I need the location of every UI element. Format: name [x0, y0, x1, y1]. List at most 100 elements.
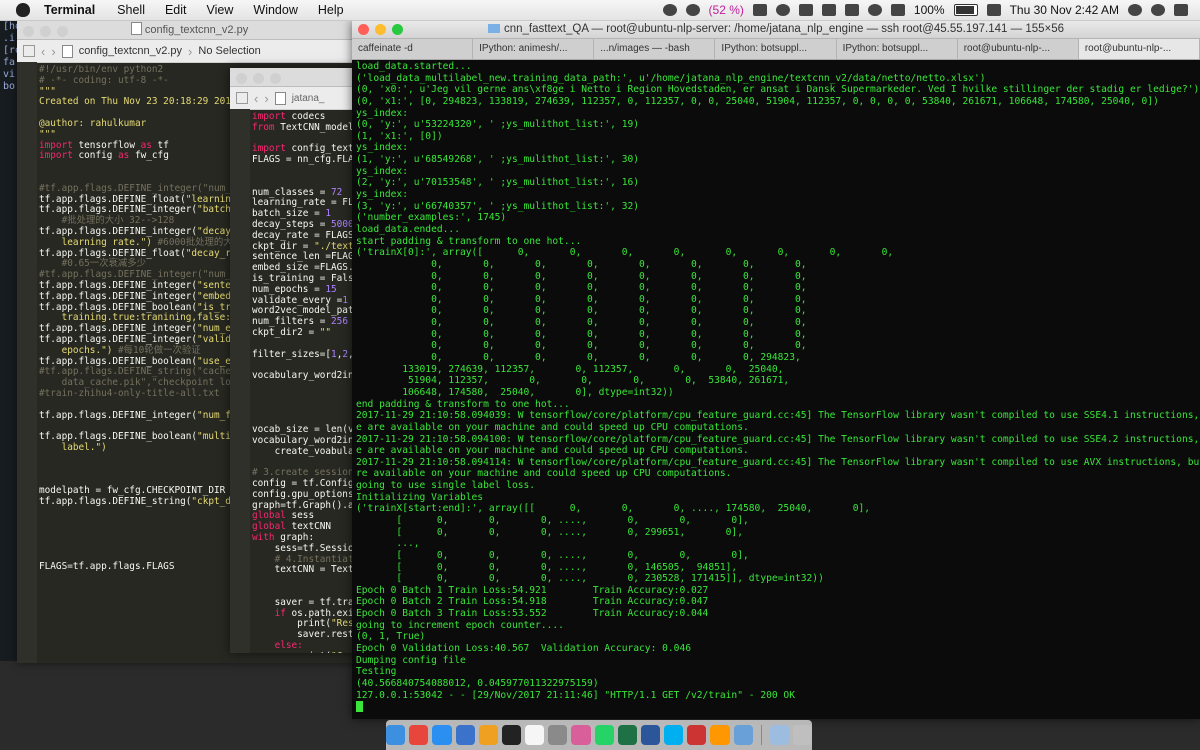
zoom-button[interactable]: [270, 73, 281, 84]
code-line: filter_sizes=[1,2,: [252, 349, 360, 361]
airplay-icon[interactable]: [821, 4, 836, 16]
headphones-icon[interactable]: [685, 4, 700, 16]
wifi-icon[interactable]: [867, 4, 882, 16]
terminal-line: [ 0, 0, 0, ...., 0, 0, 0],: [356, 514, 749, 526]
whatsapp-icon[interactable]: [594, 725, 614, 745]
terminal-line: 51904, 112357, 0, 0, 0, 0, 53840, 261671…: [356, 375, 790, 387]
terminal-tab[interactable]: IPython: botsuppl...: [715, 39, 837, 59]
terminal-line: ('number_examples:', 1745): [356, 212, 507, 224]
code-token: modelpath = fw_cfg.CHECKPOINT_DIR: [39, 485, 226, 497]
editor-window-main[interactable]: ‹ › jatana_ import codecs from TextCNN_mo…: [230, 68, 360, 653]
clock-icon[interactable]: [775, 4, 790, 16]
status-icon[interactable]: [662, 4, 677, 16]
close-button[interactable]: [23, 26, 34, 37]
document-icon: [130, 22, 142, 35]
jumpbar-file[interactable]: jatana_: [292, 93, 325, 104]
pages-icon[interactable]: [478, 725, 498, 745]
minimize-button[interactable]: [375, 24, 386, 35]
safari-icon[interactable]: [432, 725, 452, 745]
siri-icon[interactable]: [1151, 4, 1165, 16]
sublime-text-icon[interactable]: [710, 725, 730, 745]
zoom-button[interactable]: [392, 24, 403, 35]
system-preferences-icon[interactable]: [548, 725, 568, 745]
editor-titlebar[interactable]: config_textcnn_v2.py: [17, 21, 362, 40]
code-token: tensorflow: [78, 139, 141, 151]
volume-icon[interactable]: [890, 4, 905, 16]
code-editor[interactable]: import codecs from TextCNN_model import c…: [252, 112, 360, 653]
code-token: vocabulary_word2in: [252, 370, 354, 382]
code-token: batch_size =: [252, 208, 326, 220]
terminal-line: Initializing Variables: [356, 491, 484, 503]
chrome-icon[interactable]: [409, 725, 429, 745]
battery-icon[interactable]: [953, 4, 978, 16]
terminal-output[interactable]: load_data.started... ('load_data_multilab…: [356, 61, 1200, 719]
spotlight-icon[interactable]: [1128, 4, 1142, 16]
terminal-tab[interactable]: caffeinate -d: [352, 39, 474, 59]
cloud-icon[interactable]: [798, 4, 813, 16]
terminal-line: Dumping config file: [356, 654, 466, 666]
code-line: FLAGS = nn_cfg.FLA: [252, 154, 360, 166]
app-icon[interactable]: [687, 725, 707, 745]
back-icon[interactable]: ‹: [41, 44, 45, 59]
word-icon[interactable]: [640, 725, 661, 745]
menu-view[interactable]: View: [207, 3, 234, 17]
trash-icon[interactable]: [792, 725, 813, 745]
terminal-titlebar[interactable]: cnn_fasttext_QA — root@ubuntu-nlp-server…: [352, 21, 1200, 39]
photos-icon[interactable]: [571, 725, 591, 745]
code-token: "learnin: [185, 193, 231, 205]
minimize-button[interactable]: [253, 73, 264, 84]
bluetooth-icon[interactable]: [844, 4, 859, 16]
jumpbar-selection[interactable]: No Selection: [198, 45, 260, 57]
terminal-icon[interactable]: [501, 725, 522, 745]
jumpbar-file[interactable]: config_textcnn_v2.py: [79, 45, 182, 57]
code-token: "": [319, 326, 332, 338]
background-terminal-strip[interactable]: [ho.i[rofavibo: [0, 21, 17, 661]
xcode-icon[interactable]: [455, 725, 475, 745]
terminal-window[interactable]: cnn_fasttext_QA — root@ubuntu-nlp-server…: [352, 21, 1200, 719]
close-button[interactable]: [236, 73, 247, 84]
menu-edit[interactable]: Edit: [165, 3, 187, 17]
back-icon[interactable]: ‹: [254, 91, 258, 106]
forward-icon[interactable]: ›: [264, 91, 268, 106]
code-token: FLAGS = nn_cfg.FLA: [252, 154, 354, 166]
code-token: #tf.app.flags.DEFINE_integer("num_s: [39, 269, 237, 281]
close-button[interactable]: [358, 24, 369, 35]
menu-window[interactable]: Window: [253, 3, 297, 17]
code-token: decay_rate = FLAGS: [252, 229, 354, 241]
camera-icon[interactable]: [752, 4, 767, 16]
finder-window-icon[interactable]: [769, 725, 789, 745]
terminal-tab[interactable]: root@ubuntu-nlp-...: [958, 39, 1079, 59]
code-token: with: [252, 532, 281, 544]
terminal-tab[interactable]: IPython: animesh/...: [473, 39, 595, 59]
zoom-button[interactable]: [57, 26, 68, 37]
menu-shell[interactable]: Shell: [117, 3, 145, 17]
code-line: print("Can: [252, 651, 360, 653]
calendar-icon[interactable]: [525, 725, 545, 745]
code-token: global: [252, 521, 292, 533]
flag-icon[interactable]: [986, 4, 1001, 16]
battery-percent[interactable]: 100%: [914, 3, 945, 17]
terminal-tab[interactable]: root@ubuntu-nlp-...: [1078, 39, 1200, 59]
terminal-tab[interactable]: ...n/images — -bash: [594, 39, 716, 59]
menu-help[interactable]: Help: [318, 3, 344, 17]
clock-text[interactable]: Thu 30 Nov 2:42 AM: [1010, 3, 1119, 17]
terminal-tab[interactable]: IPython: botsuppl...: [837, 39, 958, 59]
skype-icon[interactable]: [664, 725, 684, 745]
terminal-prompt[interactable]: [356, 701, 1200, 713]
code-token: graph:: [280, 532, 315, 544]
code-token: sess=tf.Sessio: [252, 542, 354, 554]
apple-icon[interactable]: [16, 3, 30, 17]
excel-icon[interactable]: [617, 725, 637, 745]
grid-icon[interactable]: [23, 45, 35, 57]
code-token: ckpt_dir =: [252, 240, 315, 252]
minimize-button[interactable]: [40, 26, 51, 37]
notification-center-icon[interactable]: [1174, 4, 1188, 16]
grid-icon[interactable]: [236, 92, 248, 104]
dock-separator: [760, 725, 762, 745]
menu-app-terminal[interactable]: Terminal: [44, 3, 95, 17]
editor2-titlebar[interactable]: [230, 68, 360, 87]
finder-icon[interactable]: [385, 725, 406, 745]
cpu-indicator[interactable]: (52 %): [709, 3, 744, 17]
preview-icon[interactable]: [733, 725, 753, 745]
forward-icon[interactable]: ›: [51, 44, 55, 59]
